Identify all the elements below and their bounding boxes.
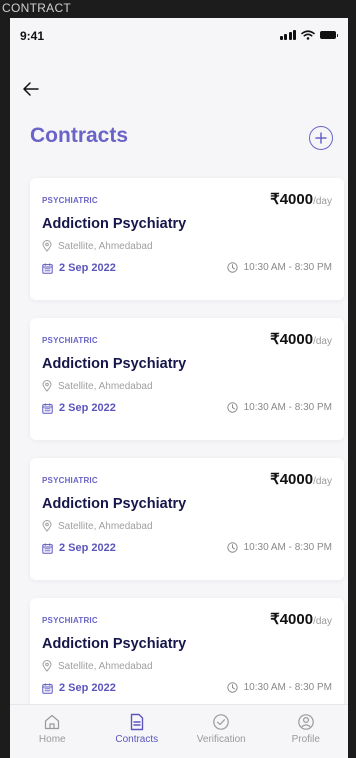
calendar-icon	[42, 403, 53, 414]
wifi-icon	[301, 30, 315, 40]
price-unit: /day	[313, 336, 332, 347]
profile-icon	[297, 714, 314, 730]
contract-price: ₹4000/day	[270, 190, 332, 209]
clock-icon	[226, 402, 238, 413]
phone-screen: 9:41 Contracts PSYCHIATRIC ₹4000/day Add…	[10, 18, 348, 758]
contract-card[interactable]: PSYCHIATRIC ₹4000/day Addiction Psychiat…	[30, 318, 344, 440]
contract-card[interactable]: PSYCHIATRIC ₹4000/day Addiction Psychiat…	[30, 598, 344, 704]
battery-icon	[320, 31, 338, 39]
nav-verification-label: Verification	[196, 734, 246, 745]
contract-location: Satellite, Ahmedabad	[42, 520, 153, 532]
arrow-left-icon	[23, 82, 39, 96]
contract-time: 10:30 AM - 8:30 PM	[226, 682, 332, 693]
contract-title: Addiction Psychiatry	[42, 216, 187, 232]
nav-contracts[interactable]: Contracts	[95, 705, 180, 758]
contract-price: ₹4000/day	[270, 470, 332, 489]
plus-icon	[315, 132, 327, 144]
home-icon	[45, 714, 60, 730]
location-pin-icon	[42, 380, 52, 392]
nav-home-label: Home	[38, 734, 66, 745]
status-bar: 9:41	[10, 18, 348, 58]
contract-time: 10:30 AM - 8:30 PM	[226, 402, 332, 413]
location-pin-icon	[42, 660, 52, 672]
price-amount: ₹4000	[270, 611, 314, 628]
time-text: 10:30 AM - 8:30 PM	[243, 682, 332, 693]
contract-date: 2 Sep 2022	[42, 262, 116, 274]
nav-verification[interactable]: Verification	[179, 705, 264, 758]
nav-home[interactable]: Home	[10, 705, 95, 758]
date-text: 2 Sep 2022	[59, 542, 116, 554]
signal-icon	[279, 30, 296, 40]
contract-category: PSYCHIATRIC	[42, 476, 98, 485]
contract-location: Satellite, Ahmedabad	[42, 240, 153, 252]
status-time: 9:41	[20, 29, 45, 43]
time-text: 10:30 AM - 8:30 PM	[243, 542, 332, 553]
price-unit: /day	[313, 196, 332, 207]
contracts-list[interactable]: PSYCHIATRIC ₹4000/day Addiction Psychiat…	[10, 168, 348, 704]
calendar-icon	[42, 683, 53, 694]
nav-profile-label: Profile	[291, 734, 320, 745]
contract-title: Addiction Psychiatry	[42, 356, 187, 372]
contract-location: Satellite, Ahmedabad	[42, 380, 153, 392]
contract-card[interactable]: PSYCHIATRIC ₹4000/day Addiction Psychiat…	[30, 458, 344, 580]
status-icons	[279, 30, 338, 40]
price-amount: ₹4000	[270, 191, 314, 208]
clock-icon	[226, 682, 238, 693]
contract-date: 2 Sep 2022	[42, 542, 116, 554]
clock-icon	[226, 542, 238, 553]
contract-title: Addiction Psychiatry	[42, 636, 187, 652]
contract-price: ₹4000/day	[270, 610, 332, 629]
contract-price: ₹4000/day	[270, 330, 332, 349]
location-pin-icon	[42, 520, 52, 532]
clock-icon	[226, 262, 238, 273]
location-text: Satellite, Ahmedabad	[58, 520, 153, 532]
back-button[interactable]	[20, 78, 48, 102]
location-text: Satellite, Ahmedabad	[58, 240, 153, 252]
nav-profile[interactable]: Profile	[264, 705, 349, 758]
contract-category: PSYCHIATRIC	[42, 616, 98, 625]
location-pin-icon	[42, 240, 52, 252]
contract-category: PSYCHIATRIC	[42, 196, 98, 205]
price-unit: /day	[313, 476, 332, 487]
contract-time: 10:30 AM - 8:30 PM	[226, 542, 332, 553]
contract-card[interactable]: PSYCHIATRIC ₹4000/day Addiction Psychiat…	[30, 178, 344, 300]
date-text: 2 Sep 2022	[59, 262, 116, 274]
add-contract-button[interactable]	[309, 126, 333, 150]
check-circle-icon	[213, 714, 230, 730]
document-icon	[130, 713, 143, 731]
time-text: 10:30 AM - 8:30 PM	[243, 402, 332, 413]
contract-title: Addiction Psychiatry	[42, 496, 187, 512]
calendar-icon	[42, 263, 53, 274]
date-text: 2 Sep 2022	[59, 682, 116, 694]
frame-label: CONTRACT	[2, 1, 72, 15]
calendar-icon	[42, 543, 53, 554]
page-title: Contracts	[30, 124, 129, 147]
price-amount: ₹4000	[270, 471, 314, 488]
date-text: 2 Sep 2022	[59, 402, 116, 414]
bottom-nav: Home Contracts Verification Profile	[10, 704, 348, 758]
price-unit: /day	[313, 616, 332, 627]
location-text: Satellite, Ahmedabad	[58, 660, 153, 672]
time-text: 10:30 AM - 8:30 PM	[243, 262, 332, 273]
nav-contracts-label: Contracts	[115, 734, 159, 745]
contract-date: 2 Sep 2022	[42, 682, 116, 694]
contract-time: 10:30 AM - 8:30 PM	[226, 262, 332, 273]
price-amount: ₹4000	[270, 331, 314, 348]
location-text: Satellite, Ahmedabad	[58, 380, 153, 392]
contract-category: PSYCHIATRIC	[42, 336, 98, 345]
contract-location: Satellite, Ahmedabad	[42, 660, 153, 672]
contract-date: 2 Sep 2022	[42, 402, 116, 414]
